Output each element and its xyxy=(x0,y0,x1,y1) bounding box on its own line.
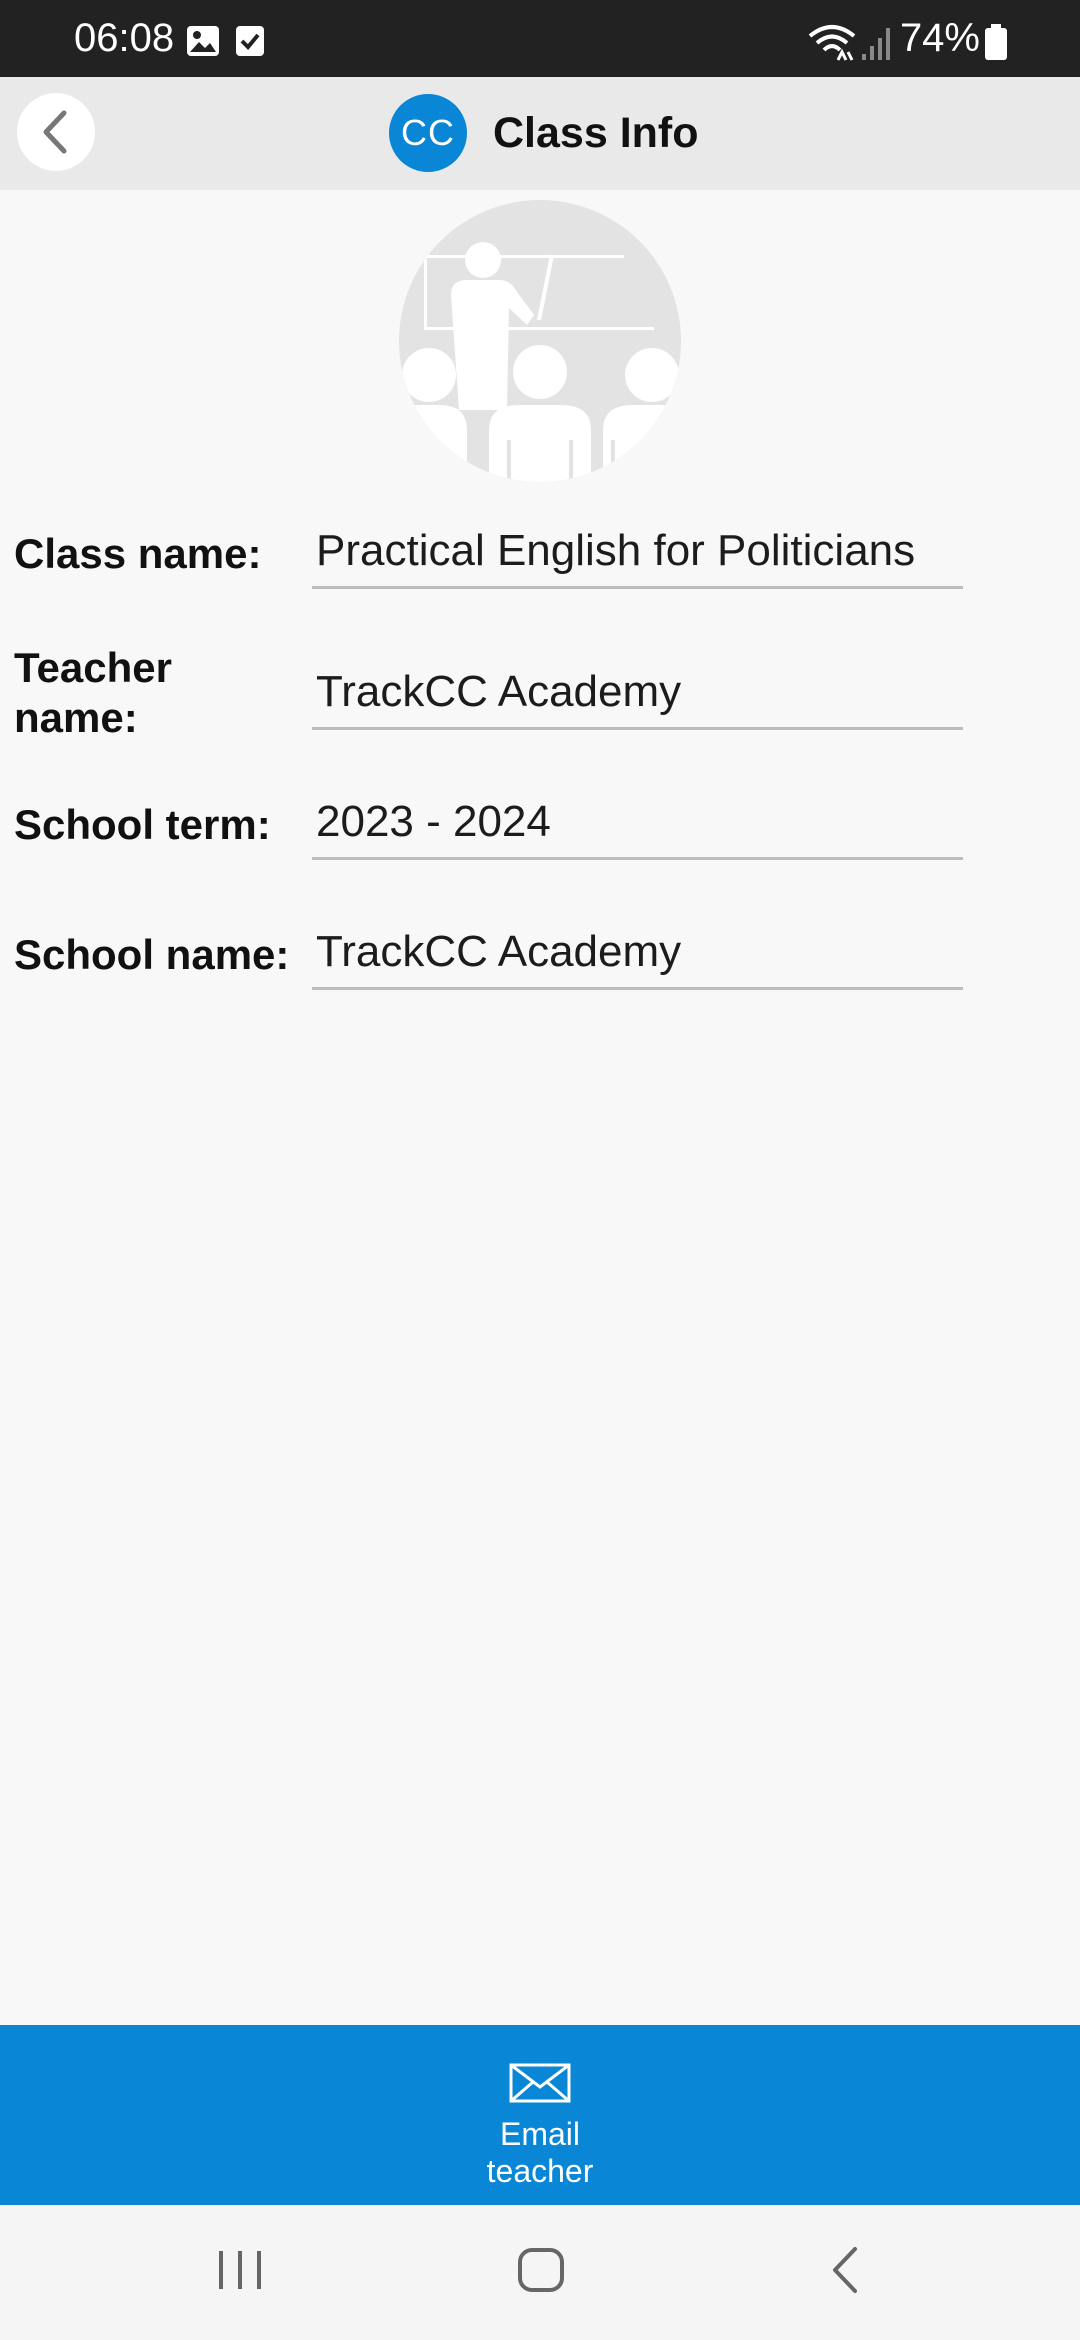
app-header: CC Class Info xyxy=(0,77,1080,190)
school-term-field[interactable]: 2023 - 2024 xyxy=(312,796,963,860)
recent-apps-icon[interactable] xyxy=(217,2245,263,2300)
email-teacher-button[interactable]: Email teacher xyxy=(0,2025,1080,2205)
checkbox-notification-icon xyxy=(235,25,265,62)
school-name-field[interactable]: TrackCC Academy xyxy=(312,926,963,990)
battery-icon xyxy=(985,24,1007,65)
status-bar: 06:08 74% xyxy=(0,0,1080,77)
class-name-field[interactable]: Practical English for Politicians xyxy=(312,525,963,589)
teacher-name-label-line1: Teacher xyxy=(14,644,172,691)
chevron-left-icon xyxy=(43,110,67,154)
status-time: 06:08 xyxy=(74,16,175,60)
gallery-icon xyxy=(186,25,220,62)
teacher-name-label-line2: name: xyxy=(14,694,138,741)
battery-percent: 74% xyxy=(899,16,980,60)
system-nav-bar xyxy=(0,2205,1080,2340)
class-name-label: Class name: xyxy=(14,530,262,577)
signal-icon xyxy=(862,26,894,65)
classroom-icon xyxy=(399,200,681,482)
page-title: Class Info xyxy=(493,109,699,157)
school-name-label: School name: xyxy=(14,931,290,978)
app-logo-text: CC xyxy=(401,112,455,153)
email-teacher-label: Email teacher xyxy=(486,2116,594,2189)
back-nav-icon[interactable] xyxy=(827,2245,863,2300)
school-term-label: School term: xyxy=(14,801,271,848)
home-icon[interactable] xyxy=(517,2245,565,2300)
teacher-name-label: Teacher name: xyxy=(14,643,172,743)
teacher-name-field[interactable]: TrackCC Academy xyxy=(312,666,963,730)
app-logo: CC xyxy=(389,94,467,172)
classroom-image xyxy=(399,200,681,482)
envelope-icon xyxy=(509,2063,571,2108)
wifi-icon xyxy=(808,22,856,67)
back-button[interactable] xyxy=(17,93,95,171)
